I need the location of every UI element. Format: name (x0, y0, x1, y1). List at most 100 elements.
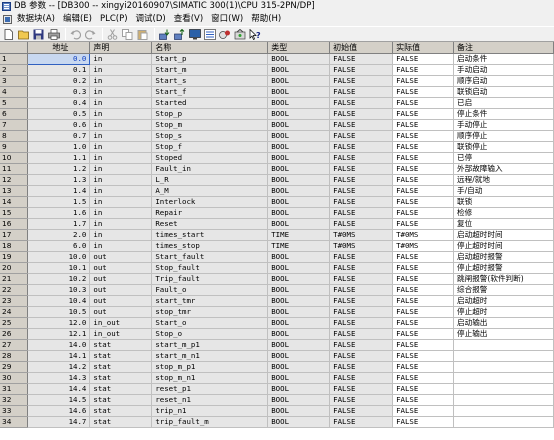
table-row[interactable]: 30 14.3 stat stop_m_n1 BOOL FALSE FALSE (0, 372, 554, 384)
type-cell[interactable]: BOOL (267, 196, 331, 208)
actual-value-cell[interactable]: FALSE (392, 262, 455, 274)
actual-value-cell[interactable]: FALSE (392, 350, 455, 362)
actual-value-cell[interactable]: FALSE (392, 317, 455, 329)
table-row[interactable]: 12 1.3 in L_R BOOL FALSE FALSE 远程/就地 (0, 174, 554, 186)
address-cell[interactable]: 1.2 (27, 163, 91, 175)
type-cell[interactable]: BOOL (267, 372, 331, 384)
initial-value-cell[interactable]: FALSE (329, 196, 394, 208)
online-icon[interactable] (233, 28, 246, 41)
help-icon[interactable]: ? (248, 28, 261, 41)
name-cell[interactable]: trip_n1 (151, 405, 269, 417)
type-cell[interactable]: BOOL (267, 416, 331, 428)
type-cell[interactable]: BOOL (267, 328, 331, 340)
address-cell[interactable]: 10.4 (27, 295, 91, 307)
declaration-cell[interactable]: in (89, 174, 153, 186)
header-declaration[interactable]: 声明 (89, 42, 153, 54)
initial-value-cell[interactable]: FALSE (329, 372, 394, 384)
declaration-cell[interactable]: stat (89, 405, 153, 417)
table-row[interactable]: 34 14.7 stat trip_fault_m BOOL FALSE FALSE (0, 416, 554, 428)
address-cell[interactable]: 0.6 (27, 119, 91, 131)
initial-value-cell[interactable]: FALSE (329, 119, 394, 131)
declaration-cell[interactable]: in (89, 64, 153, 76)
actual-value-cell[interactable]: FALSE (392, 185, 455, 197)
download-icon[interactable] (158, 28, 171, 41)
comment-cell[interactable] (453, 394, 554, 406)
initial-value-cell[interactable]: FALSE (329, 394, 394, 406)
actual-value-cell[interactable]: FALSE (392, 394, 455, 406)
actual-value-cell[interactable]: FALSE (392, 53, 455, 65)
table-row[interactable]: 16 1.7 in Reset BOOL FALSE FALSE 复位 (0, 218, 554, 230)
name-cell[interactable]: start_m_p1 (151, 339, 269, 351)
declaration-cell[interactable]: in (89, 53, 153, 65)
type-cell[interactable]: BOOL (267, 174, 331, 186)
initial-value-cell[interactable]: T#0MS (329, 240, 394, 252)
declaration-cell[interactable]: out (89, 284, 153, 296)
menu-help[interactable]: 帮助(H) (249, 12, 287, 26)
initial-value-cell[interactable]: FALSE (329, 207, 394, 219)
comment-cell[interactable]: 联锁启动 (453, 86, 554, 98)
initial-value-cell[interactable]: FALSE (329, 350, 394, 362)
type-cell[interactable]: TIME (267, 229, 331, 241)
initial-value-cell[interactable]: FALSE (329, 251, 394, 263)
table-row[interactable]: 13 1.4 in A_M BOOL FALSE FALSE 手/自动 (0, 185, 554, 197)
address-cell[interactable]: 1.6 (27, 207, 91, 219)
initial-value-cell[interactable]: FALSE (329, 361, 394, 373)
document-menu-icon[interactable] (3, 14, 12, 24)
table-row[interactable]: 14 1.5 in Interlock BOOL FALSE FALSE 联锁 (0, 196, 554, 208)
initial-value-cell[interactable]: FALSE (329, 174, 394, 186)
declaration-cell[interactable]: in (89, 86, 153, 98)
table-row[interactable]: 24 10.5 out stop_tmr BOOL FALSE FALSE 停止超时 (0, 306, 554, 318)
table-row[interactable]: 10 1.1 in Stoped BOOL FALSE FALSE 已停 (0, 152, 554, 164)
comment-cell[interactable]: 联锁停止 (453, 141, 554, 153)
initial-value-cell[interactable]: FALSE (329, 141, 394, 153)
name-cell[interactable]: times_start (151, 229, 269, 241)
table-row[interactable]: 25 12.0 in_out Start_o BOOL FALSE FALSE 启动输出 (0, 317, 554, 329)
initial-value-cell[interactable]: FALSE (329, 163, 394, 175)
initial-value-cell[interactable]: FALSE (329, 86, 394, 98)
name-cell[interactable]: A_M (151, 185, 269, 197)
menu-data-block[interactable]: 数据块(A) (15, 12, 61, 26)
comment-cell[interactable]: 外部故障输入 (453, 163, 554, 175)
declaration-cell[interactable]: in (89, 218, 153, 230)
table-row[interactable]: 7 0.6 in Stop_m BOOL FALSE FALSE 手动停止 (0, 119, 554, 131)
address-cell[interactable]: 0.3 (27, 86, 91, 98)
header-initial-value[interactable]: 初始值 (329, 42, 394, 54)
table-row[interactable]: 9 1.0 in Stop_f BOOL FALSE FALSE 联锁停止 (0, 141, 554, 153)
declaration-cell[interactable]: in (89, 196, 153, 208)
comment-cell[interactable]: 顺序停止 (453, 130, 554, 142)
declaration-cell[interactable]: out (89, 262, 153, 274)
comment-cell[interactable]: 停止超时时间 (453, 240, 554, 252)
table-row[interactable]: 21 10.2 out Trip_fault BOOL FALSE FALSE 跳闸报警(软件… (0, 273, 554, 285)
initial-value-cell[interactable]: FALSE (329, 75, 394, 87)
header-name[interactable]: 名称 (151, 42, 269, 54)
address-cell[interactable]: 10.0 (27, 251, 91, 263)
upload-icon[interactable] (173, 28, 186, 41)
name-cell[interactable]: stop_m_p1 (151, 361, 269, 373)
declaration-cell[interactable]: stat (89, 394, 153, 406)
monitor-icon[interactable] (188, 28, 201, 41)
address-cell[interactable]: 0.1 (27, 64, 91, 76)
name-cell[interactable]: Stoped (151, 152, 269, 164)
address-cell[interactable]: 10.3 (27, 284, 91, 296)
open-icon[interactable] (17, 28, 30, 41)
header-actual-value[interactable]: 实际值 (392, 42, 455, 54)
comment-cell[interactable] (453, 361, 554, 373)
table-row[interactable]: 8 0.7 in Stop_s BOOL FALSE FALSE 顺序停止 (0, 130, 554, 142)
address-cell[interactable]: 0.5 (27, 108, 91, 120)
comment-cell[interactable] (453, 350, 554, 362)
name-cell[interactable]: Start_o (151, 317, 269, 329)
address-cell[interactable]: 14.2 (27, 361, 91, 373)
name-cell[interactable]: stop_m_n1 (151, 372, 269, 384)
address-cell[interactable]: 10.1 (27, 262, 91, 274)
type-cell[interactable]: BOOL (267, 141, 331, 153)
actual-value-cell[interactable]: T#0MS (392, 240, 455, 252)
type-cell[interactable]: BOOL (267, 251, 331, 263)
table-row[interactable]: 26 12.1 in_out Stop_o BOOL FALSE FALSE 停止输出 (0, 328, 554, 340)
actual-value-cell[interactable]: FALSE (392, 75, 455, 87)
address-cell[interactable]: 14.1 (27, 350, 91, 362)
header-address[interactable]: 地址 (27, 42, 91, 54)
table-row[interactable]: 17 2.0 in times_start TIME T#0MS T#0MS 启动超时时间 (0, 229, 554, 241)
actual-value-cell[interactable]: FALSE (392, 141, 455, 153)
actual-value-cell[interactable]: FALSE (392, 372, 455, 384)
initial-value-cell[interactable]: FALSE (329, 405, 394, 417)
